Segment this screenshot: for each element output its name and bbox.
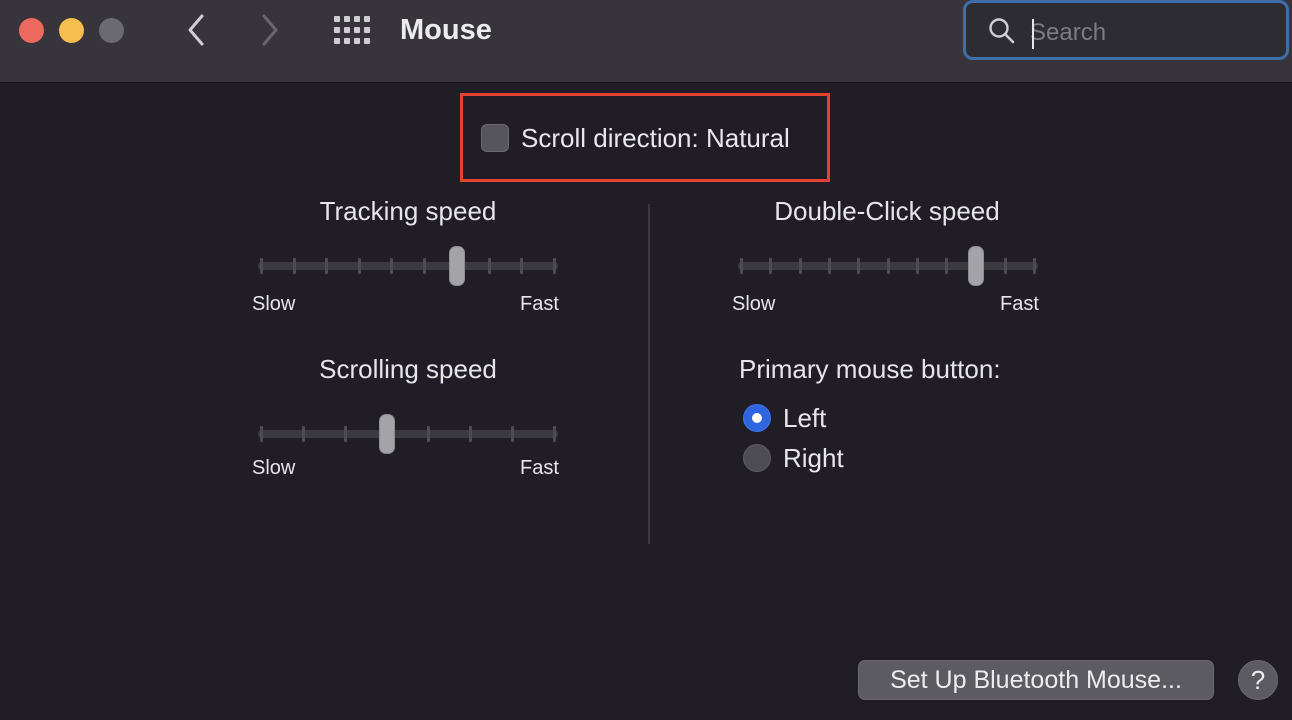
help-button[interactable]: ? xyxy=(1238,660,1278,700)
minimize-window-button[interactable] xyxy=(59,18,84,43)
double-click-speed-max-label: Fast xyxy=(1000,293,1039,315)
zoom-window-button[interactable] xyxy=(99,18,124,43)
slider-tick xyxy=(260,258,263,274)
slider-tick xyxy=(260,426,263,442)
slider-tick xyxy=(769,258,773,274)
slider-tick xyxy=(292,258,296,274)
slider-tick xyxy=(343,426,347,442)
slider-tick xyxy=(1003,258,1007,274)
tracking-speed-min-label: Slow xyxy=(252,293,296,315)
slider-tick xyxy=(357,258,361,274)
primary-left-label[interactable]: Left xyxy=(783,402,826,434)
slider-tick xyxy=(427,426,431,442)
text-caret xyxy=(1032,19,1034,49)
slider-tick xyxy=(857,258,861,274)
slider-tick xyxy=(827,258,831,274)
slider-tick xyxy=(325,258,329,274)
search-field[interactable] xyxy=(963,0,1289,60)
chevron-left-icon xyxy=(188,14,204,46)
scroll-direction-label[interactable]: Scroll direction: Natural xyxy=(521,122,790,154)
double-click-speed-title: Double-Click speed xyxy=(774,196,1000,226)
search-icon xyxy=(989,18,1015,44)
set-up-bluetooth-mouse-button[interactable]: Set Up Bluetooth Mouse... xyxy=(858,660,1214,700)
tracking-speed-slider[interactable] xyxy=(258,246,558,286)
primary-right-radio[interactable] xyxy=(743,444,771,472)
slider-tick xyxy=(301,426,305,442)
column-divider xyxy=(648,204,650,544)
slider-tick xyxy=(422,258,426,274)
search-input[interactable] xyxy=(1030,17,1270,49)
tracking-speed-title: Tracking speed xyxy=(319,196,497,226)
scrolling-speed-title: Scrolling speed xyxy=(319,354,497,384)
slider-tick xyxy=(740,258,743,274)
back-button[interactable] xyxy=(178,12,214,48)
slider-tick xyxy=(1033,258,1036,274)
slider-tick xyxy=(520,258,524,274)
primary-right-label[interactable]: Right xyxy=(783,442,844,474)
slider-tick xyxy=(553,258,556,274)
slider-tick xyxy=(915,258,919,274)
double-click-speed-min-label: Slow xyxy=(732,293,776,315)
forward-button[interactable] xyxy=(252,12,288,48)
slider-tick xyxy=(390,258,394,274)
title-bar: Mouse xyxy=(0,0,1292,83)
slider-knob[interactable] xyxy=(379,414,396,454)
slider-tick xyxy=(553,426,556,442)
grid-icon xyxy=(334,16,370,44)
scrolling-speed-slider[interactable] xyxy=(258,414,558,454)
window-title: Mouse xyxy=(400,14,492,46)
slider-track[interactable] xyxy=(258,262,558,270)
primary-mouse-button-label: Primary mouse button: xyxy=(739,354,1001,384)
primary-left-radio[interactable] xyxy=(743,404,771,432)
slider-tick xyxy=(511,426,515,442)
tracking-speed-max-label: Fast xyxy=(520,293,559,315)
scroll-direction-checkbox[interactable] xyxy=(481,124,509,152)
scrolling-speed-min-label: Slow xyxy=(252,457,296,479)
chevron-right-icon xyxy=(262,14,278,46)
slider-tick xyxy=(487,258,491,274)
show-all-button[interactable] xyxy=(332,12,372,48)
slider-tick xyxy=(945,258,949,274)
slider-tick xyxy=(886,258,890,274)
slider-knob[interactable] xyxy=(967,246,984,286)
double-click-speed-slider[interactable] xyxy=(738,246,1038,286)
scrolling-speed-max-label: Fast xyxy=(520,457,559,479)
slider-tick xyxy=(469,426,473,442)
slider-knob[interactable] xyxy=(448,246,465,286)
slider-tick xyxy=(798,258,802,274)
close-window-button[interactable] xyxy=(19,18,44,43)
